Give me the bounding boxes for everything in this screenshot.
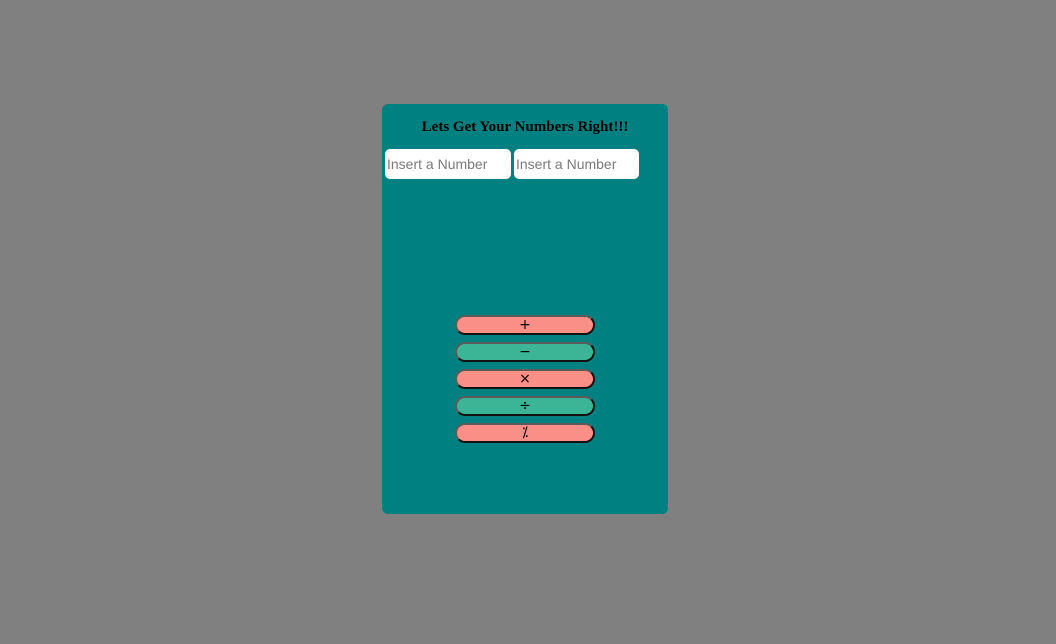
add-button[interactable]: + xyxy=(455,315,595,335)
calculator-card: Lets Get Your Numbers Right!!! + − × ÷ ⁒ xyxy=(382,104,668,514)
first-number-input[interactable] xyxy=(385,149,511,179)
subtract-button[interactable]: − xyxy=(455,342,595,362)
second-number-input[interactable] xyxy=(514,149,639,179)
number-inputs xyxy=(385,149,639,179)
multiply-button[interactable]: × xyxy=(455,369,595,389)
operation-buttons: + − × ÷ ⁒ xyxy=(455,315,595,443)
percent-button[interactable]: ⁒ xyxy=(455,423,595,443)
page-title: Lets Get Your Numbers Right!!! xyxy=(421,119,629,135)
divide-button[interactable]: ÷ xyxy=(455,396,595,416)
